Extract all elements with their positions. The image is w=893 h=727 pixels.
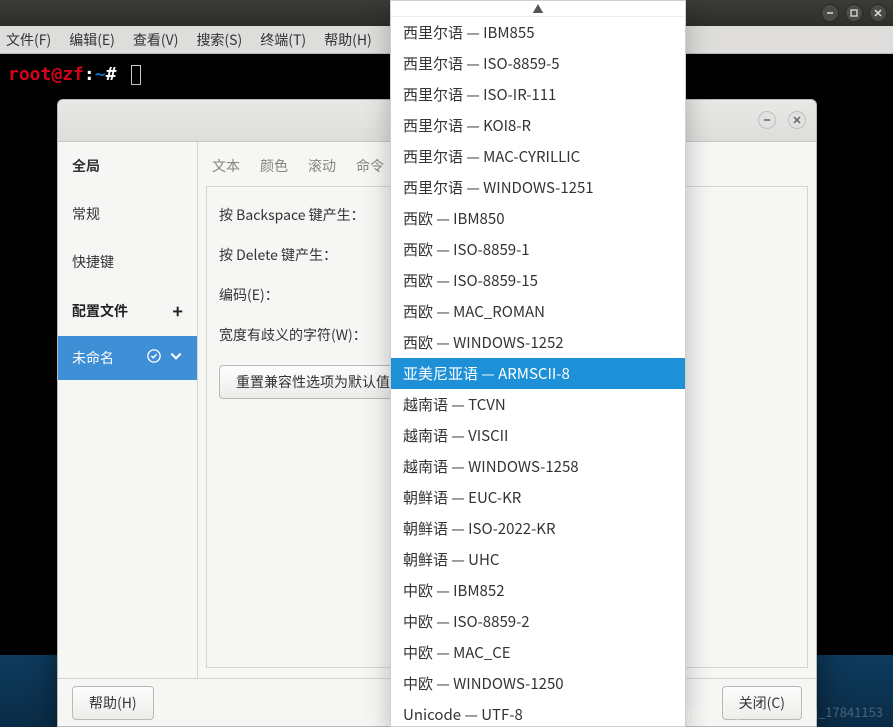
encoding-option[interactable]: 西欧 — WINDOWS-1252: [391, 327, 685, 358]
sidebar-item-general[interactable]: 常规: [58, 190, 197, 238]
dialog-minimize-button[interactable]: [758, 111, 776, 129]
window-close-button[interactable]: [869, 4, 887, 22]
encoding-option[interactable]: 中欧 — ISO-8859-2: [391, 606, 685, 637]
encoding-option[interactable]: 中欧 — IBM852: [391, 575, 685, 606]
encoding-option[interactable]: 西里尔语 — KOI8-R: [391, 110, 685, 141]
tab-command[interactable]: 命令: [356, 156, 384, 176]
tab-color[interactable]: 颜色: [260, 156, 288, 176]
help-button[interactable]: 帮助(H): [72, 686, 154, 720]
prompt-user: root: [8, 64, 51, 85]
encoding-option[interactable]: 朝鲜语 — ISO-2022-KR: [391, 513, 685, 544]
cursor-icon: [131, 65, 141, 85]
add-profile-icon[interactable]: +: [172, 298, 183, 324]
menu-help[interactable]: 帮助(H): [324, 30, 372, 50]
profile-name: 未命名: [72, 348, 114, 368]
label-backspace: 按 Backspace 键产生：: [219, 205, 399, 225]
encoding-option-list: 西里尔语 — IBM855西里尔语 — ISO-8859-5西里尔语 — ISO…: [391, 17, 685, 726]
scroll-up-icon[interactable]: ▲: [391, 1, 685, 17]
menu-search[interactable]: 搜索(S): [196, 30, 242, 50]
encoding-option[interactable]: 越南语 — TCVN: [391, 389, 685, 420]
prompt-at: @: [51, 64, 62, 85]
sidebar-heading-global: 全局: [58, 142, 197, 190]
shell-prompt: root@zf:~#: [8, 64, 127, 85]
prompt-path: ~: [95, 64, 106, 85]
label-ambiguous: 宽度有歧义的字符(W)：: [219, 325, 399, 345]
menu-view[interactable]: 查看(V): [133, 30, 179, 50]
window-maximize-button[interactable]: [845, 4, 863, 22]
sidebar-profiles-label: 配置文件: [72, 301, 128, 321]
encoding-option[interactable]: 朝鲜语 — EUC-KR: [391, 482, 685, 513]
label-encoding: 编码(E)：: [219, 285, 399, 305]
encoding-option[interactable]: 西里尔语 — WINDOWS-1251: [391, 172, 685, 203]
encoding-option[interactable]: 中欧 — WINDOWS-1250: [391, 668, 685, 699]
window-minimize-button[interactable]: [821, 4, 839, 22]
encoding-option[interactable]: 亚美尼亚语 — ARMSCII-8: [391, 358, 685, 389]
menu-edit[interactable]: 编辑(E): [69, 30, 115, 50]
prompt-hash: #: [106, 64, 117, 85]
encoding-option[interactable]: 西欧 — ISO-8859-1: [391, 234, 685, 265]
encoding-option[interactable]: Unicode — UTF-8: [391, 699, 685, 726]
watermark: https://blog.csdn.net/qq_17841153: [669, 702, 883, 721]
chevron-down-icon[interactable]: [169, 348, 183, 368]
encoding-option[interactable]: 朝鲜语 — UHC: [391, 544, 685, 575]
dialog-close-button[interactable]: [788, 111, 806, 129]
encoding-option[interactable]: 西里尔语 — MAC-CYRILLIC: [391, 141, 685, 172]
menu-file[interactable]: 文件(F): [6, 30, 51, 50]
encoding-option[interactable]: 中欧 — MAC_CE: [391, 637, 685, 668]
tab-scroll[interactable]: 滚动: [308, 156, 336, 176]
prompt-sep: :: [84, 64, 95, 85]
sidebar-heading-profiles: 配置文件 +: [58, 286, 197, 336]
encoding-option[interactable]: 西里尔语 — ISO-8859-5: [391, 48, 685, 79]
sidebar: 全局 常规 快捷键 配置文件 + 未命名: [58, 142, 198, 678]
tab-text[interactable]: 文本: [212, 156, 240, 176]
prompt-host: zf: [62, 64, 84, 85]
encoding-option[interactable]: 西欧 — ISO-8859-15: [391, 265, 685, 296]
encoding-dropdown[interactable]: ▲ 西里尔语 — IBM855西里尔语 — ISO-8859-5西里尔语 — I…: [390, 0, 686, 727]
encoding-option[interactable]: 西欧 — MAC_ROMAN: [391, 296, 685, 327]
menu-terminal[interactable]: 终端(T): [260, 30, 306, 50]
encoding-option[interactable]: 越南语 — VISCII: [391, 420, 685, 451]
encoding-option[interactable]: 西里尔语 — IBM855: [391, 17, 685, 48]
encoding-option[interactable]: 西里尔语 — ISO-IR-111: [391, 79, 685, 110]
encoding-option[interactable]: 越南语 — WINDOWS-1258: [391, 451, 685, 482]
encoding-option[interactable]: 西欧 — IBM850: [391, 203, 685, 234]
sidebar-item-shortcuts[interactable]: 快捷键: [58, 238, 197, 286]
check-icon: [147, 348, 161, 368]
sidebar-profile-item[interactable]: 未命名: [58, 336, 197, 380]
label-delete: 按 Delete 键产生：: [219, 245, 399, 265]
